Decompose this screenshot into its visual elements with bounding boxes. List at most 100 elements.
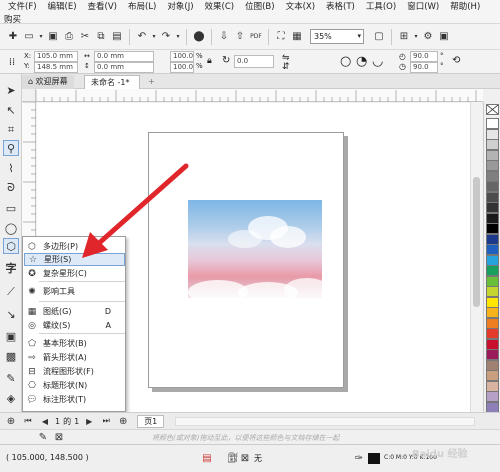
flyout-item[interactable]: ▦ 图纸(G) D [24,305,125,318]
menu-item[interactable]: 效果(C) [201,2,242,12]
horizontal-ruler[interactable] [35,89,483,102]
color-swatch[interactable] [486,181,499,192]
color-swatch[interactable] [486,401,499,413]
color-swatch[interactable] [486,391,499,402]
tab-document[interactable]: 未命名 -1* [84,75,140,89]
flyout-item[interactable]: ⎔ 标题形状(N) [24,379,125,392]
color-swatch[interactable] [486,233,499,245]
add-page-icon[interactable]: ⊕ [4,414,18,428]
scale-y-field[interactable]: 100.0 [170,62,194,73]
dropdown-arrow-icon[interactable]: ▾ [38,30,44,44]
ellipse-icon[interactable]: ○ [340,54,351,69]
snap-to-icon[interactable]: ⊞ [397,30,411,44]
arc-icon[interactable]: ◡ [372,54,383,69]
next-page-icon[interactable]: ▶ [82,414,96,428]
fullscreen-icon[interactable]: ⛶ [274,30,288,44]
color-swatch[interactable] [486,202,499,213]
lock-ratio-icon[interactable]: 🔒︎ [207,56,212,66]
first-page-icon[interactable]: ⏮ [21,414,35,428]
export-icon[interactable]: ⇧ [233,30,247,44]
direction-icon[interactable]: ⟲ [452,55,460,66]
polygon-tool-icon[interactable]: ⬡ [3,238,19,254]
mirror-vertical-icon[interactable]: ⇵ [282,62,290,72]
transparency-tool-icon[interactable]: ▩ [3,348,19,364]
ruler-origin[interactable] [22,89,36,102]
menu-item[interactable]: 文本(X) [282,2,322,12]
eyedropper-icon[interactable]: ✎ [36,430,50,444]
menu-item[interactable]: 窗口(W) [403,2,446,12]
print-icon[interactable]: ⎙ [62,30,76,44]
menu-item[interactable]: 文件(F) [4,2,44,12]
color-swatch[interactable] [486,359,499,371]
height-field[interactable]: 0.0 mm [94,62,154,73]
menu-item[interactable]: 位图(B) [241,2,281,12]
document-info-icon[interactable]: ▤ [200,451,214,465]
color-swatch[interactable] [486,244,499,255]
flyout-item[interactable]: ✪ 复杂星形(C) [24,267,125,280]
paste-icon[interactable]: ▤ [110,30,124,44]
color-swatch[interactable] [486,296,499,308]
color-swatch[interactable] [486,191,499,203]
redo-icon[interactable]: ↷ [159,30,173,44]
width-field[interactable]: 0.0 mm [94,51,154,62]
color-swatch[interactable] [486,265,499,276]
text-tool-icon[interactable]: 字 [3,260,19,276]
color-swatch[interactable] [486,328,499,339]
no-color-swatch[interactable] [486,104,499,115]
zoom-page-icon[interactable]: ▢ [372,30,386,44]
parallel-dimension-icon[interactable]: ⟋ [3,284,19,300]
add-page-after-icon[interactable]: ⊕ [116,414,130,428]
freehand-tool-icon[interactable]: ⌇ [3,160,19,176]
options-gear-icon[interactable]: ⚙ [421,30,435,44]
page-tab-1[interactable]: 页1 [137,414,165,428]
import-icon[interactable]: ⇩ [217,30,231,44]
cut-icon[interactable]: ✂ [78,30,92,44]
rectangle-tool-icon[interactable]: ▭ [3,200,19,216]
end-angle-field[interactable]: 90.0 [410,62,438,73]
vertical-scrollbar[interactable] [470,102,482,412]
color-swatch[interactable] [486,139,499,150]
menu-item[interactable]: 表格(T) [322,2,362,12]
pick-tool-icon[interactable]: ➤ [3,82,19,98]
flyout-item[interactable]: ⬠ 基本形状(B) [24,337,125,350]
color-swatch[interactable] [486,128,499,140]
color-swatch[interactable] [486,170,499,182]
color-swatch[interactable] [486,317,499,329]
color-swatch[interactable] [486,254,499,266]
open-folder-icon[interactable]: ▭ [22,30,36,44]
sky-photo-image[interactable] [188,200,330,304]
scrollbar-thumb[interactable] [473,177,480,307]
redo-dropdown-icon[interactable]: ▾ [175,30,181,44]
menu-item[interactable]: 查看(V) [84,2,124,12]
zoom-tool-icon[interactable]: ⚲ [3,140,19,156]
snap-dropdown-icon[interactable]: ▾ [413,30,419,44]
undo-dropdown-icon[interactable]: ▾ [151,30,157,44]
zoom-level-select[interactable]: 35% ▾ [310,29,364,44]
application-launcher-icon[interactable]: ▣ [437,30,451,44]
flyout-item[interactable]: ⬡ 多边形(P) [24,240,125,253]
color-swatch[interactable] [486,349,499,360]
color-swatch[interactable] [486,338,499,350]
color-swatch[interactable] [486,149,499,161]
pie-icon[interactable]: ◔ [356,54,367,69]
color-swatch[interactable] [486,286,499,297]
undo-icon[interactable]: ↶ [135,30,149,44]
add-tab-button[interactable]: + [142,75,161,89]
tab-welcome[interactable]: ⌂ 欢迎屏幕 [22,75,74,89]
color-swatch[interactable] [486,223,499,234]
new-document-icon[interactable]: ✚ [6,30,20,44]
pdf-icon[interactable]: PDF [249,30,263,44]
no-fill-swatch-icon[interactable]: ⊠ [52,430,66,444]
rotation-field[interactable]: 0.0 [234,55,274,68]
color-swatch[interactable] [486,275,499,287]
x-position-field[interactable]: 105.0 mm [34,51,78,62]
menu-item[interactable]: 编辑(E) [44,2,84,12]
last-page-icon[interactable]: ⏭ [99,414,113,428]
color-swatch[interactable] [486,118,499,129]
horizontal-scrollbar[interactable] [175,416,476,426]
shape-tool-icon[interactable]: ↖ [3,102,19,118]
menu-item[interactable]: 对象(J) [163,2,200,12]
connector-tool-icon[interactable]: ↘ [3,306,19,322]
zoom-fit-icon[interactable]: ▦ [290,30,304,44]
color-swatch[interactable] [486,212,499,224]
